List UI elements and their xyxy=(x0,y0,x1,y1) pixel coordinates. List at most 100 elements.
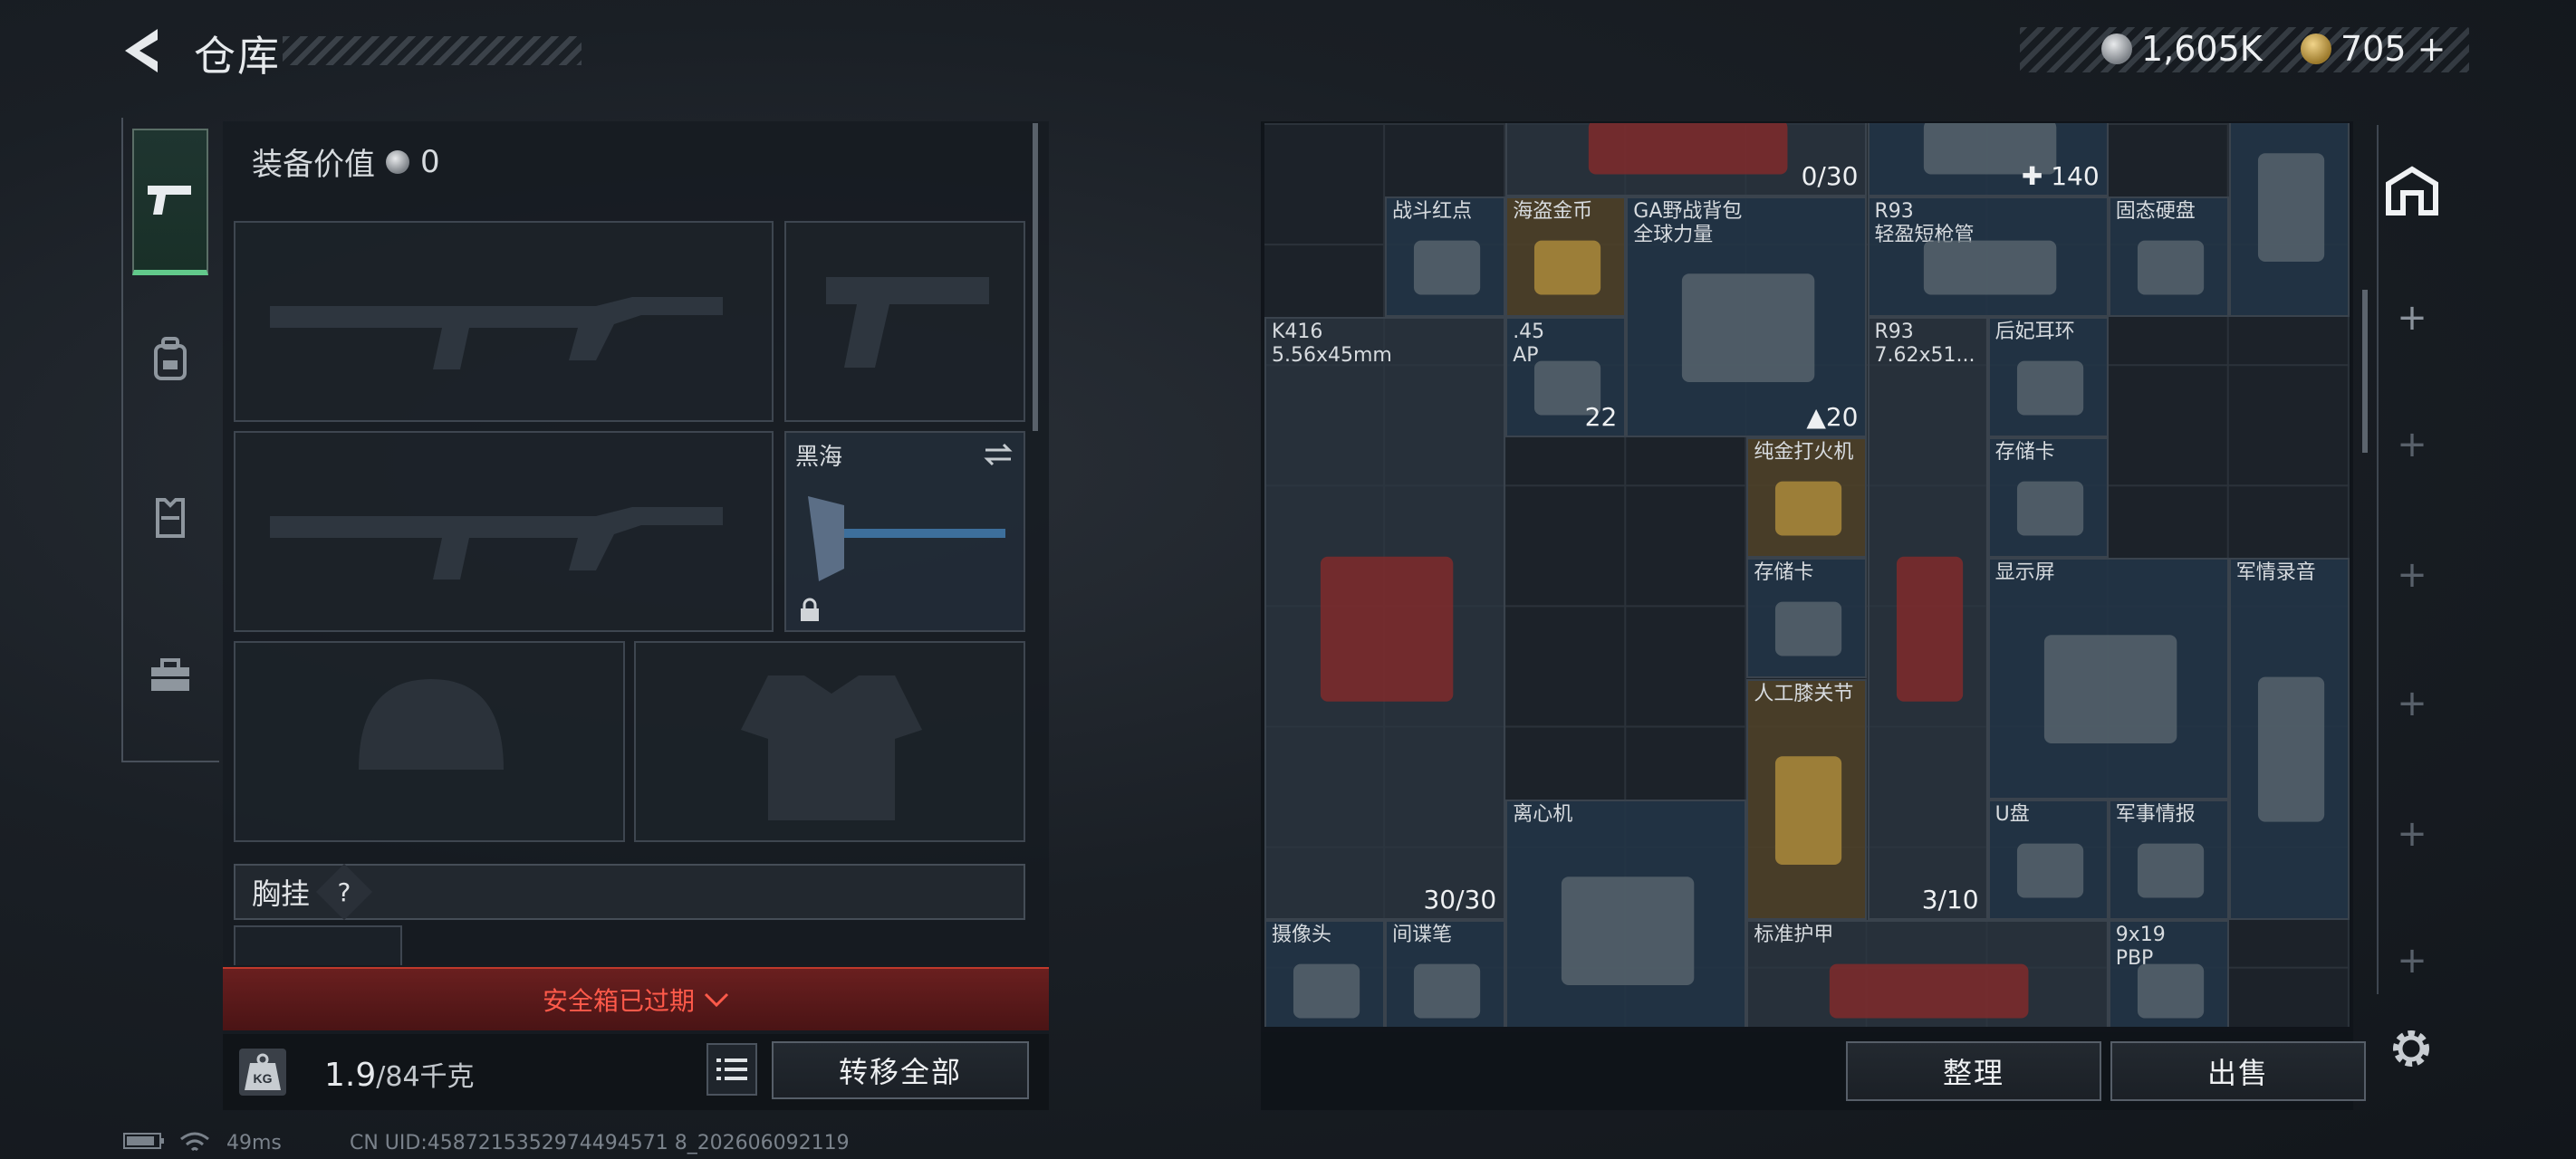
item-image-icon xyxy=(1414,240,1481,295)
chest-rig-bar[interactable]: 胸挂 ? xyxy=(234,863,1025,921)
locked-page-button: + xyxy=(2397,813,2427,855)
help-icon[interactable]: ? xyxy=(315,863,373,921)
helmet-silhouette-icon xyxy=(359,679,504,770)
item-image-icon xyxy=(1923,240,2056,295)
inventory-scrollbar[interactable] xyxy=(2362,290,2368,453)
item-image-icon xyxy=(1293,963,1360,1019)
title-decoration xyxy=(283,36,582,65)
lock-icon xyxy=(801,598,819,621)
pistol-slot[interactable] xyxy=(784,221,1025,422)
inventory-item[interactable]: 离心机 xyxy=(1505,799,1747,1027)
tab-backpack[interactable] xyxy=(132,286,208,433)
item-image-icon xyxy=(2043,635,2177,744)
weight-current: 1.9 xyxy=(324,1057,377,1094)
item-image-icon xyxy=(1414,963,1481,1019)
sell-button[interactable]: 出售 xyxy=(2110,1041,2366,1101)
tab-vest[interactable] xyxy=(132,444,208,590)
inventory-item[interactable]: 海盗金币 xyxy=(1505,196,1627,318)
inventory-item[interactable]: K416 5.56x45mm 30/30 xyxy=(1264,317,1506,920)
item-image-icon xyxy=(1562,876,1695,985)
inventory-item[interactable]: 纯金打火机 xyxy=(1746,437,1868,559)
item-image-icon xyxy=(2016,481,2083,536)
inventory-item[interactable]: 军事情报 xyxy=(2108,799,2229,920)
helmet-slot[interactable] xyxy=(234,641,625,842)
tab-toolbox[interactable] xyxy=(132,601,208,748)
silver-coin-icon xyxy=(2101,34,2132,64)
inventory-item[interactable]: 固态硬盘 xyxy=(2108,196,2229,318)
locked-page-button: + xyxy=(2397,424,2427,465)
inventory-item[interactable]: .45 AP 22 xyxy=(1505,317,1627,438)
item-image-icon xyxy=(2257,677,2324,823)
inventory-item[interactable]: GA野战背包 全球力量 ▲20 xyxy=(1626,196,1868,438)
locked-page-button: + xyxy=(2397,683,2427,724)
locked-page-button: + xyxy=(2397,940,2427,982)
item-image-icon xyxy=(1775,755,1842,865)
inventory-item[interactable]: 战斗红点 xyxy=(1385,196,1506,318)
primary-weapon-slot[interactable] xyxy=(234,221,774,422)
inventory-item[interactable]: 标准护甲 xyxy=(1746,919,2109,1027)
equipment-value-amount: 0 xyxy=(420,143,440,180)
transfer-all-button[interactable]: 转移全部 xyxy=(772,1041,1029,1099)
inventory-item[interactable]: 后妃耳环 xyxy=(1987,317,2109,438)
silver-coin-icon xyxy=(386,149,409,174)
inventory-item[interactable]: 摄像头 xyxy=(1264,919,1386,1027)
list-view-button[interactable] xyxy=(706,1043,757,1096)
locked-page-button: + xyxy=(2397,554,2427,596)
inventory-item[interactable]: 9x19 PBP xyxy=(2108,919,2229,1027)
add-page-button[interactable]: + xyxy=(2380,286,2444,350)
item-image-icon xyxy=(2137,843,2204,898)
inventory-item[interactable]: 间谍笔 xyxy=(1385,919,1506,1027)
inventory-item[interactable]: U盘 xyxy=(1987,799,2109,920)
inventory-item[interactable]: 军情录音 xyxy=(2228,558,2350,920)
inventory-item[interactable]: 存储卡 xyxy=(1746,558,1868,679)
inventory-item[interactable]: R93 7.62x51... 3/10 xyxy=(1867,317,1988,920)
gold-coin-icon xyxy=(2301,34,2331,64)
equipment-scrollbar[interactable] xyxy=(1033,123,1038,431)
item-count: 22 xyxy=(1584,402,1618,433)
item-image-icon xyxy=(1830,963,2029,1019)
secondary-weapon-slot[interactable] xyxy=(234,431,774,632)
gold-currency[interactable]: 705 + xyxy=(2301,29,2446,69)
safe-box-expired-bar[interactable]: 安全箱已过期 xyxy=(223,967,1049,1030)
rifle-silhouette-icon xyxy=(270,297,723,369)
settings-gear-icon[interactable] xyxy=(2386,1023,2437,1074)
inventory-item[interactable]: 存储卡 xyxy=(1987,437,2109,559)
pistol-icon xyxy=(148,186,191,215)
tab-weapon[interactable] xyxy=(132,129,208,275)
silver-currency[interactable]: 1,605K xyxy=(2101,29,2263,69)
rifle-silhouette-icon xyxy=(270,507,723,580)
inventory-item[interactable]: 显示屏 xyxy=(1987,558,2229,800)
inventory-item[interactable]: 人工膝关节 xyxy=(1746,678,1868,920)
melee-slot[interactable]: 黑海 xyxy=(784,431,1025,632)
back-button[interactable] xyxy=(116,24,167,78)
item-image-icon xyxy=(2257,153,2324,262)
inventory-item[interactable]: SMG45 裂变长枪管 xyxy=(2228,123,2350,318)
user-uid: CN UID:4587215352974494571 8_20260609211… xyxy=(350,1132,850,1154)
inventory-grid[interactable]: 0/30 户外医疗箱✚ 140 SMG45 裂变长枪管 战斗红点海盗金币GA野战背包 … xyxy=(1264,123,2350,1027)
battery-icon xyxy=(123,1132,165,1155)
safe-box-status: 安全箱已过期 xyxy=(542,986,695,1016)
item-image-icon xyxy=(2137,963,2204,1019)
pistol-silhouette-icon xyxy=(826,277,989,368)
item-count: 0/30 xyxy=(1801,161,1859,192)
item-image-icon xyxy=(2016,360,2083,416)
gold-currency-value: 705 + xyxy=(2341,29,2446,69)
page-title: 仓库 xyxy=(194,32,281,81)
inventory-item[interactable]: 户外医疗箱✚ 140 xyxy=(1867,123,2109,197)
toolbox-icon xyxy=(151,658,189,691)
warehouse-icon xyxy=(2386,166,2438,216)
ping-value: 49ms xyxy=(226,1132,282,1154)
armor-slot[interactable] xyxy=(634,641,1025,842)
inventory-item[interactable]: 0/30 xyxy=(1505,123,1868,197)
inventory-item[interactable]: R93 轻盈短枪管 xyxy=(1867,196,2109,318)
equipment-value-label: 装备价值 xyxy=(252,147,375,183)
chest-rig-slot[interactable] xyxy=(234,925,402,965)
sort-button[interactable]: 整理 xyxy=(1846,1041,2101,1101)
item-image-icon xyxy=(1320,556,1454,702)
swap-icon[interactable] xyxy=(982,442,1014,467)
warehouse-page-button[interactable] xyxy=(2380,159,2444,223)
equipment-value: 装备价值 0 xyxy=(252,139,440,184)
weight-icon: KG xyxy=(239,1049,286,1096)
melee-name: 黑海 xyxy=(795,444,843,471)
list-icon xyxy=(716,1058,747,1080)
